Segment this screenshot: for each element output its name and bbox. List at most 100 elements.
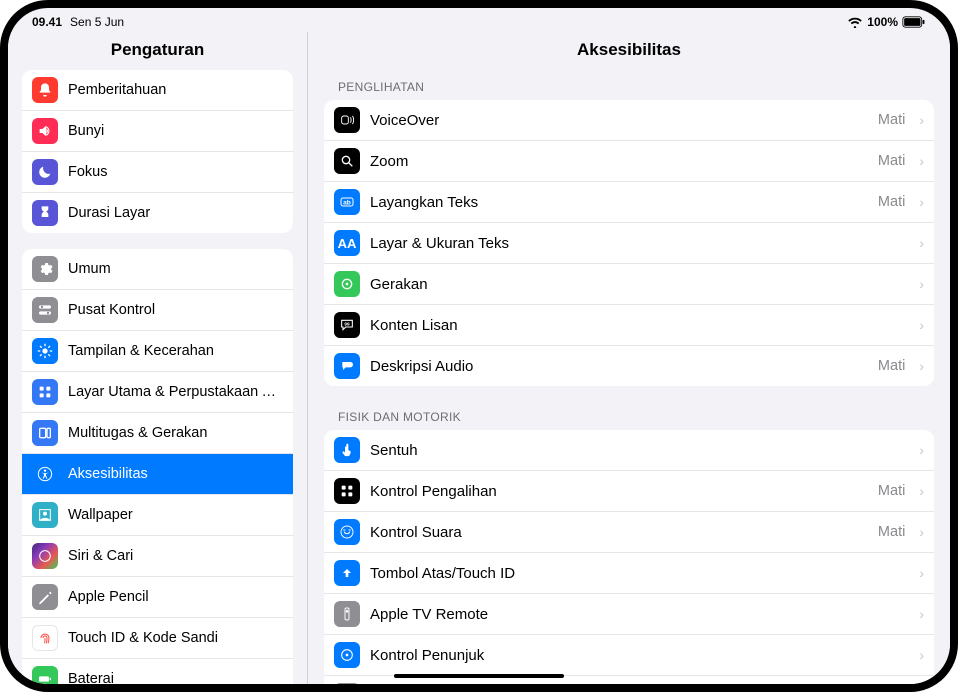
sidebar-item-label: Siri & Cari bbox=[68, 548, 283, 564]
section-header-vision: Penglihatan bbox=[308, 74, 950, 100]
sidebar-item-label: Umum bbox=[68, 261, 283, 277]
sidebar-item-accessibility[interactable]: Aksesibilitas bbox=[22, 454, 293, 495]
remote-icon bbox=[334, 601, 360, 627]
brightness-icon bbox=[32, 338, 58, 364]
sidebar-item-label: Multitugas & Gerakan bbox=[68, 425, 283, 441]
hover-text-icon: ab bbox=[334, 189, 360, 215]
row-audio-descriptions[interactable]: Deskripsi Audio Mati › bbox=[324, 346, 934, 386]
sidebar-item-display[interactable]: Tampilan & Kecerahan bbox=[22, 331, 293, 372]
row-apple-tv-remote[interactable]: Apple TV Remote › bbox=[324, 594, 934, 635]
row-label: Tombol Atas/Touch ID bbox=[370, 565, 905, 582]
chevron-right-icon: › bbox=[915, 358, 924, 374]
row-switch-control[interactable]: Kontrol Pengalihan Mati › bbox=[324, 471, 934, 512]
row-top-button[interactable]: Tombol Atas/Touch ID › bbox=[324, 553, 934, 594]
accessibility-icon bbox=[32, 461, 58, 487]
status-bar: 09.41 Sen 5 Jun 100% bbox=[8, 8, 950, 32]
row-touch[interactable]: Sentuh › bbox=[324, 430, 934, 471]
row-value: Mati bbox=[878, 483, 905, 499]
sidebar-item-home-screen[interactable]: Layar Utama & Perpustakaan App bbox=[22, 372, 293, 413]
row-label: Konten Lisan bbox=[370, 317, 905, 334]
row-zoom[interactable]: Zoom Mati › bbox=[324, 141, 934, 182]
row-label: Apple TV Remote bbox=[370, 606, 905, 623]
sidebar-item-sounds[interactable]: Bunyi bbox=[22, 111, 293, 152]
sidebar-item-label: Layar Utama & Perpustakaan App bbox=[68, 384, 283, 400]
battery-percent: 100% bbox=[867, 15, 898, 29]
section-header-motor: Fisik dan Motorik bbox=[308, 404, 950, 430]
switch-control-icon bbox=[334, 478, 360, 504]
siri-icon bbox=[32, 543, 58, 569]
row-voice-control[interactable]: Kontrol Suara Mati › bbox=[324, 512, 934, 553]
sidebar-item-label: Bunyi bbox=[68, 123, 283, 139]
touch-icon bbox=[334, 437, 360, 463]
sidebar-item-notifications[interactable]: Pemberitahuan bbox=[22, 70, 293, 111]
section-vision: VoiceOver Mati › Zoom Mati › ab Layangka… bbox=[324, 100, 934, 386]
textsize-icon: AA bbox=[334, 230, 360, 256]
ipad-device-frame: 09.41 Sen 5 Jun 100% Pengaturan Pemberit… bbox=[0, 0, 958, 692]
sidebar-item-label: Durasi Layar bbox=[68, 205, 283, 221]
sidebar-item-label: Fokus bbox=[68, 164, 283, 180]
gear-icon bbox=[32, 256, 58, 282]
battery-icon bbox=[902, 16, 926, 28]
svg-text:99: 99 bbox=[344, 322, 350, 327]
speech-bubble-icon: 99 bbox=[334, 312, 360, 338]
moon-icon bbox=[32, 159, 58, 185]
row-value: Mati bbox=[878, 524, 905, 540]
sidebar-item-wallpaper[interactable]: Wallpaper bbox=[22, 495, 293, 536]
sidebar-item-touch-id[interactable]: Touch ID & Kode Sandi bbox=[22, 618, 293, 659]
row-value: Mati bbox=[878, 153, 905, 169]
row-hover-text[interactable]: ab Layangkan Teks Mati › bbox=[324, 182, 934, 223]
main-title: Aksesibilitas bbox=[308, 32, 950, 74]
audio-desc-icon bbox=[334, 353, 360, 379]
row-value: Mati bbox=[878, 112, 905, 128]
sidebar-item-apple-pencil[interactable]: Apple Pencil bbox=[22, 577, 293, 618]
chevron-right-icon: › bbox=[915, 524, 924, 540]
sidebar-group-2: Umum Pusat Kontrol Tampilan & Kecerahan … bbox=[22, 249, 293, 684]
home-indicator[interactable] bbox=[394, 674, 564, 678]
top-button-icon bbox=[334, 560, 360, 586]
sidebar-item-focus[interactable]: Fokus bbox=[22, 152, 293, 193]
row-label: Zoom bbox=[370, 153, 868, 170]
chevron-right-icon: › bbox=[915, 565, 924, 581]
sidebar-group-1: Pemberitahuan Bunyi Fokus Durasi Layar bbox=[22, 70, 293, 233]
sidebar-item-screen-time[interactable]: Durasi Layar bbox=[22, 193, 293, 233]
sidebar-item-label: Tampilan & Kecerahan bbox=[68, 343, 283, 359]
chevron-right-icon: › bbox=[915, 194, 924, 210]
pencil-icon bbox=[32, 584, 58, 610]
sidebar-item-label: Pusat Kontrol bbox=[68, 302, 283, 318]
sidebar-item-siri[interactable]: Siri & Cari bbox=[22, 536, 293, 577]
status-date: Sen 5 Jun bbox=[70, 15, 124, 29]
row-label: Kontrol Penunjuk bbox=[370, 647, 905, 664]
multitask-icon bbox=[32, 420, 58, 446]
row-label: Gerakan bbox=[370, 276, 905, 293]
row-spoken-content[interactable]: 99 Konten Lisan › bbox=[324, 305, 934, 346]
sidebar-item-multitasking[interactable]: Multitugas & Gerakan bbox=[22, 413, 293, 454]
sidebar-item-battery[interactable]: Baterai bbox=[22, 659, 293, 684]
chevron-right-icon: › bbox=[915, 153, 924, 169]
switches-icon bbox=[32, 297, 58, 323]
row-pointer-control[interactable]: Kontrol Penunjuk › bbox=[324, 635, 934, 676]
row-label: Deskripsi Audio bbox=[370, 358, 868, 375]
row-label: VoiceOver bbox=[370, 112, 868, 129]
chevron-right-icon: › bbox=[915, 483, 924, 499]
sidebar-item-general[interactable]: Umum bbox=[22, 249, 293, 290]
row-motion[interactable]: Gerakan › bbox=[324, 264, 934, 305]
sidebar-item-control-center[interactable]: Pusat Kontrol bbox=[22, 290, 293, 331]
chevron-right-icon: › bbox=[915, 235, 924, 251]
row-value: Mati bbox=[878, 194, 905, 210]
sidebar-item-label: Apple Pencil bbox=[68, 589, 283, 605]
row-value: Mati bbox=[878, 358, 905, 374]
svg-text:ab: ab bbox=[343, 200, 351, 207]
screen: 09.41 Sen 5 Jun 100% Pengaturan Pemberit… bbox=[8, 8, 950, 684]
row-label: Kontrol Pengalihan bbox=[370, 483, 868, 500]
row-label: Layangkan Teks bbox=[370, 194, 868, 211]
keyboard-icon bbox=[334, 683, 360, 684]
row-display-text-size[interactable]: AA Layar & Ukuran Teks › bbox=[324, 223, 934, 264]
row-voiceover[interactable]: VoiceOver Mati › bbox=[324, 100, 934, 141]
voice-control-icon bbox=[334, 519, 360, 545]
hourglass-icon bbox=[32, 200, 58, 226]
row-label: Kontrol Suara bbox=[370, 524, 868, 541]
section-motor: Sentuh › Kontrol Pengalihan Mati › Kontr… bbox=[324, 430, 934, 684]
voiceover-icon bbox=[334, 107, 360, 133]
sidebar-item-label: Wallpaper bbox=[68, 507, 283, 523]
motion-icon bbox=[334, 271, 360, 297]
